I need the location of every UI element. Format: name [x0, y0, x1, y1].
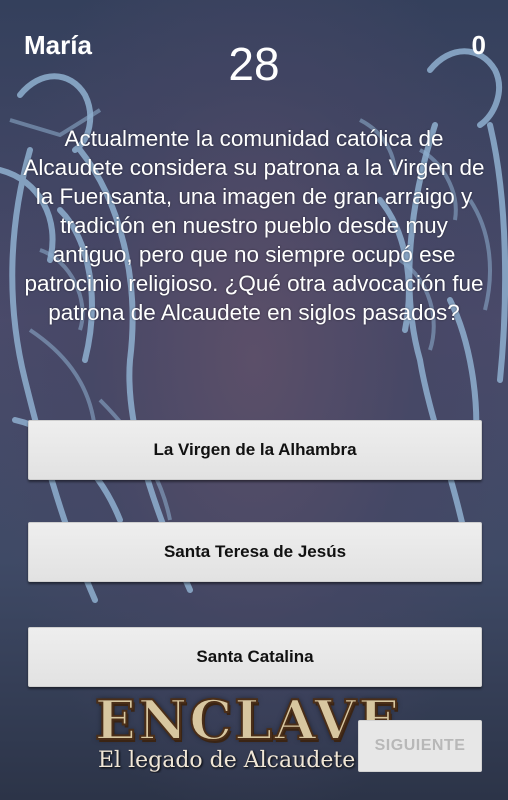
countdown-timer: 28 — [228, 38, 280, 90]
answer-button-2[interactable]: Santa Teresa de Jesús — [28, 522, 482, 582]
answer-button-1[interactable]: La Virgen de la Alhambra — [28, 420, 482, 480]
score-counter: 0 — [471, 30, 486, 60]
next-button[interactable]: SIGUIENTE — [358, 720, 482, 772]
answer-button-3[interactable]: Santa Catalina — [28, 627, 482, 687]
engraving-figures — [0, 48, 508, 603]
question-text: Actualmente la comunidad católica de Alc… — [23, 126, 485, 325]
game-header: María 28 0 — [0, 0, 508, 90]
